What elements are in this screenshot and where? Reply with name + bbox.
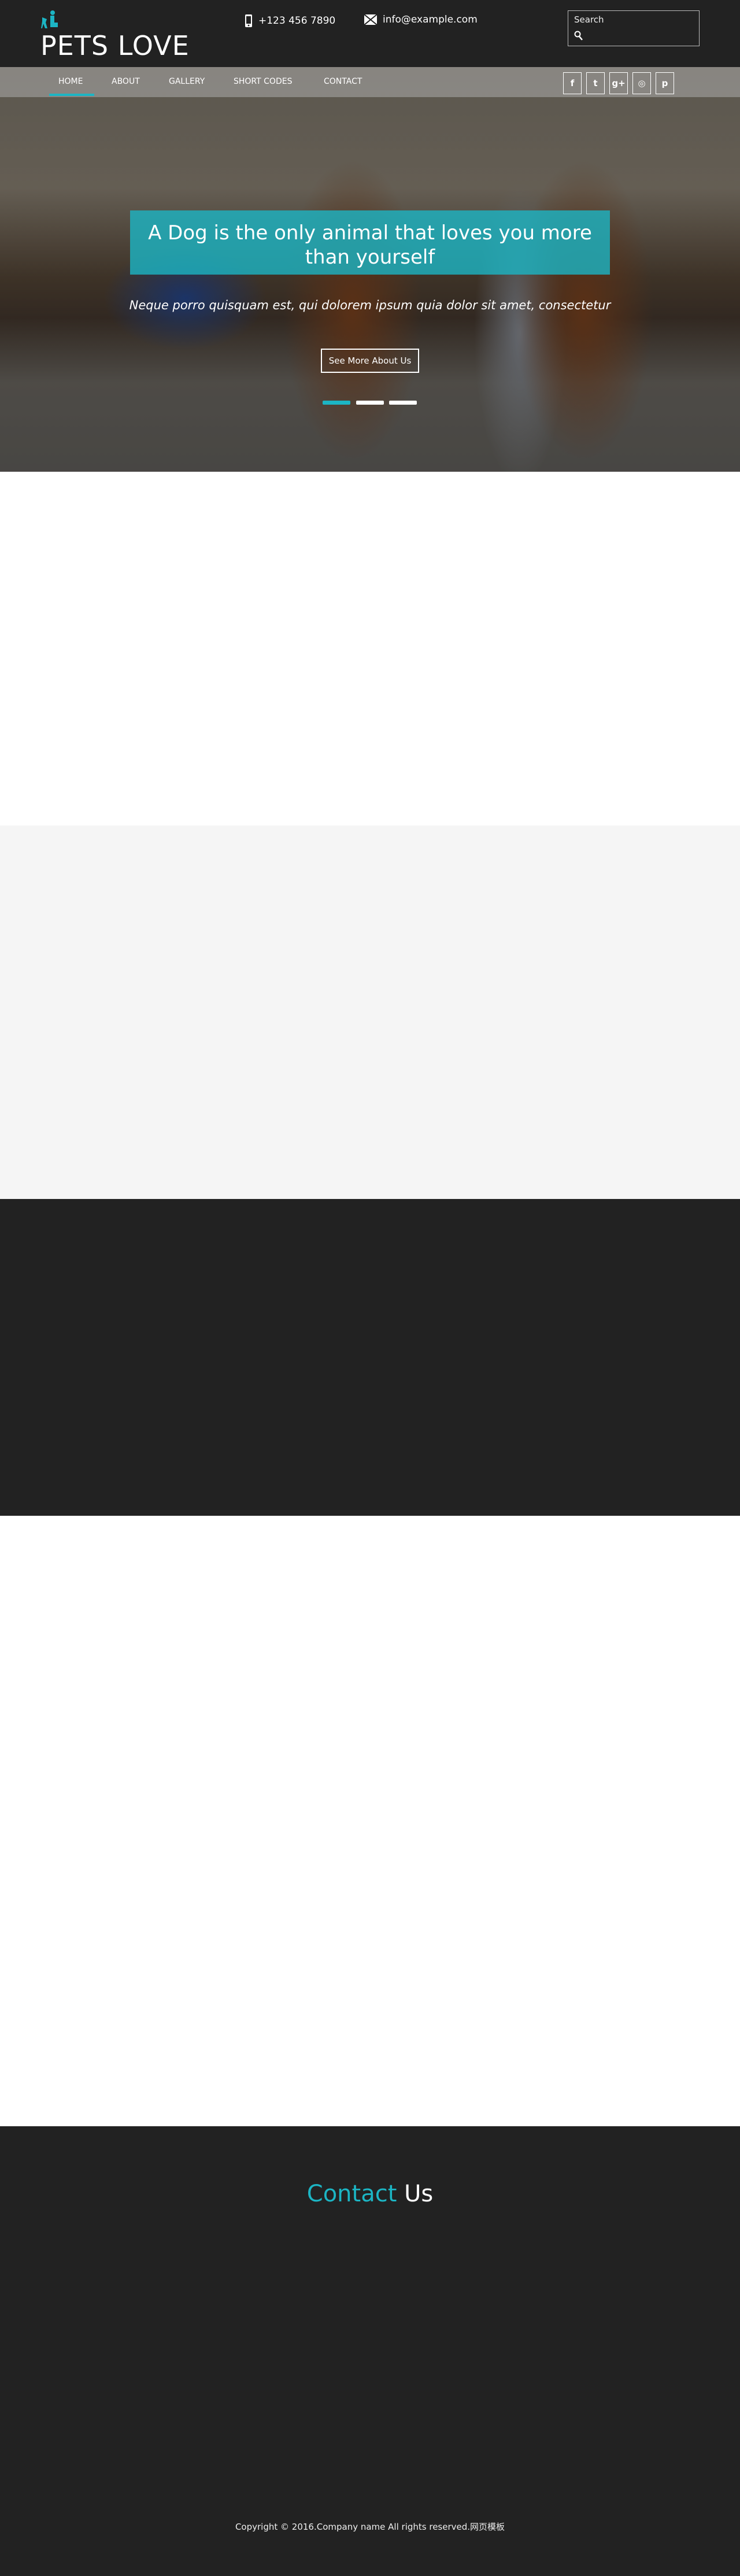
nav-contact[interactable]: Contact (324, 77, 362, 86)
phone-number: +123 456 7890 (258, 15, 336, 27)
search-icon[interactable] (574, 31, 583, 41)
google-plus-icon[interactable]: g+ (609, 72, 628, 94)
nav-gallery[interactable]: Gallery (169, 77, 205, 86)
envelope-icon (364, 14, 377, 25)
dribbble-icon[interactable]: ◎ (632, 72, 651, 94)
nav-short-codes[interactable]: Short Codes (234, 77, 292, 86)
section-blank-2 (0, 826, 740, 1199)
email-address[interactable]: info@example.com (383, 14, 478, 25)
active-nav-indicator (49, 94, 94, 96)
hero-subtitle: Neque porro quisquam est, qui dolorem ip… (129, 298, 611, 312)
search-input[interactable]: Search (574, 14, 604, 25)
section-blank-3 (0, 1516, 740, 2126)
contact-heading-accent: Contact (306, 2181, 397, 2207)
see-more-button[interactable]: See More About Us (321, 349, 419, 373)
main-nav: Home About Gallery Short Codes Contact f… (0, 67, 740, 97)
pet-logo-icon[interactable] (40, 10, 60, 29)
facebook-icon[interactable]: f (563, 72, 582, 94)
contact-heading-rest: Us (404, 2181, 434, 2207)
phone-icon (245, 14, 252, 27)
search-box[interactable]: Search (568, 10, 700, 46)
pinterest-icon[interactable]: p (656, 72, 674, 94)
slide-dot-3[interactable] (389, 401, 417, 405)
email-contact: info@example.com (364, 14, 478, 25)
slide-dot-2[interactable] (356, 401, 384, 405)
hero-slider: A Dog is the only animal that loves you … (0, 67, 740, 472)
nav-about[interactable]: About (112, 77, 140, 86)
brand-name[interactable]: PETS LOVE (40, 30, 190, 61)
site-header: PETS LOVE +123 456 7890 info@example.com… (0, 0, 740, 67)
contact-heading: Contact Us (0, 2181, 740, 2207)
footer-copyright: Copyright © 2016.Company name All rights… (235, 2522, 505, 2532)
twitter-icon[interactable]: t (586, 72, 605, 94)
slide-dot-1[interactable] (323, 401, 350, 405)
hero-title: A Dog is the only animal that loves you … (130, 210, 610, 275)
section-blank-1 (0, 472, 740, 826)
section-dark (0, 1199, 740, 1516)
phone-contact: +123 456 7890 (245, 14, 335, 28)
nav-home[interactable]: Home (58, 77, 83, 86)
